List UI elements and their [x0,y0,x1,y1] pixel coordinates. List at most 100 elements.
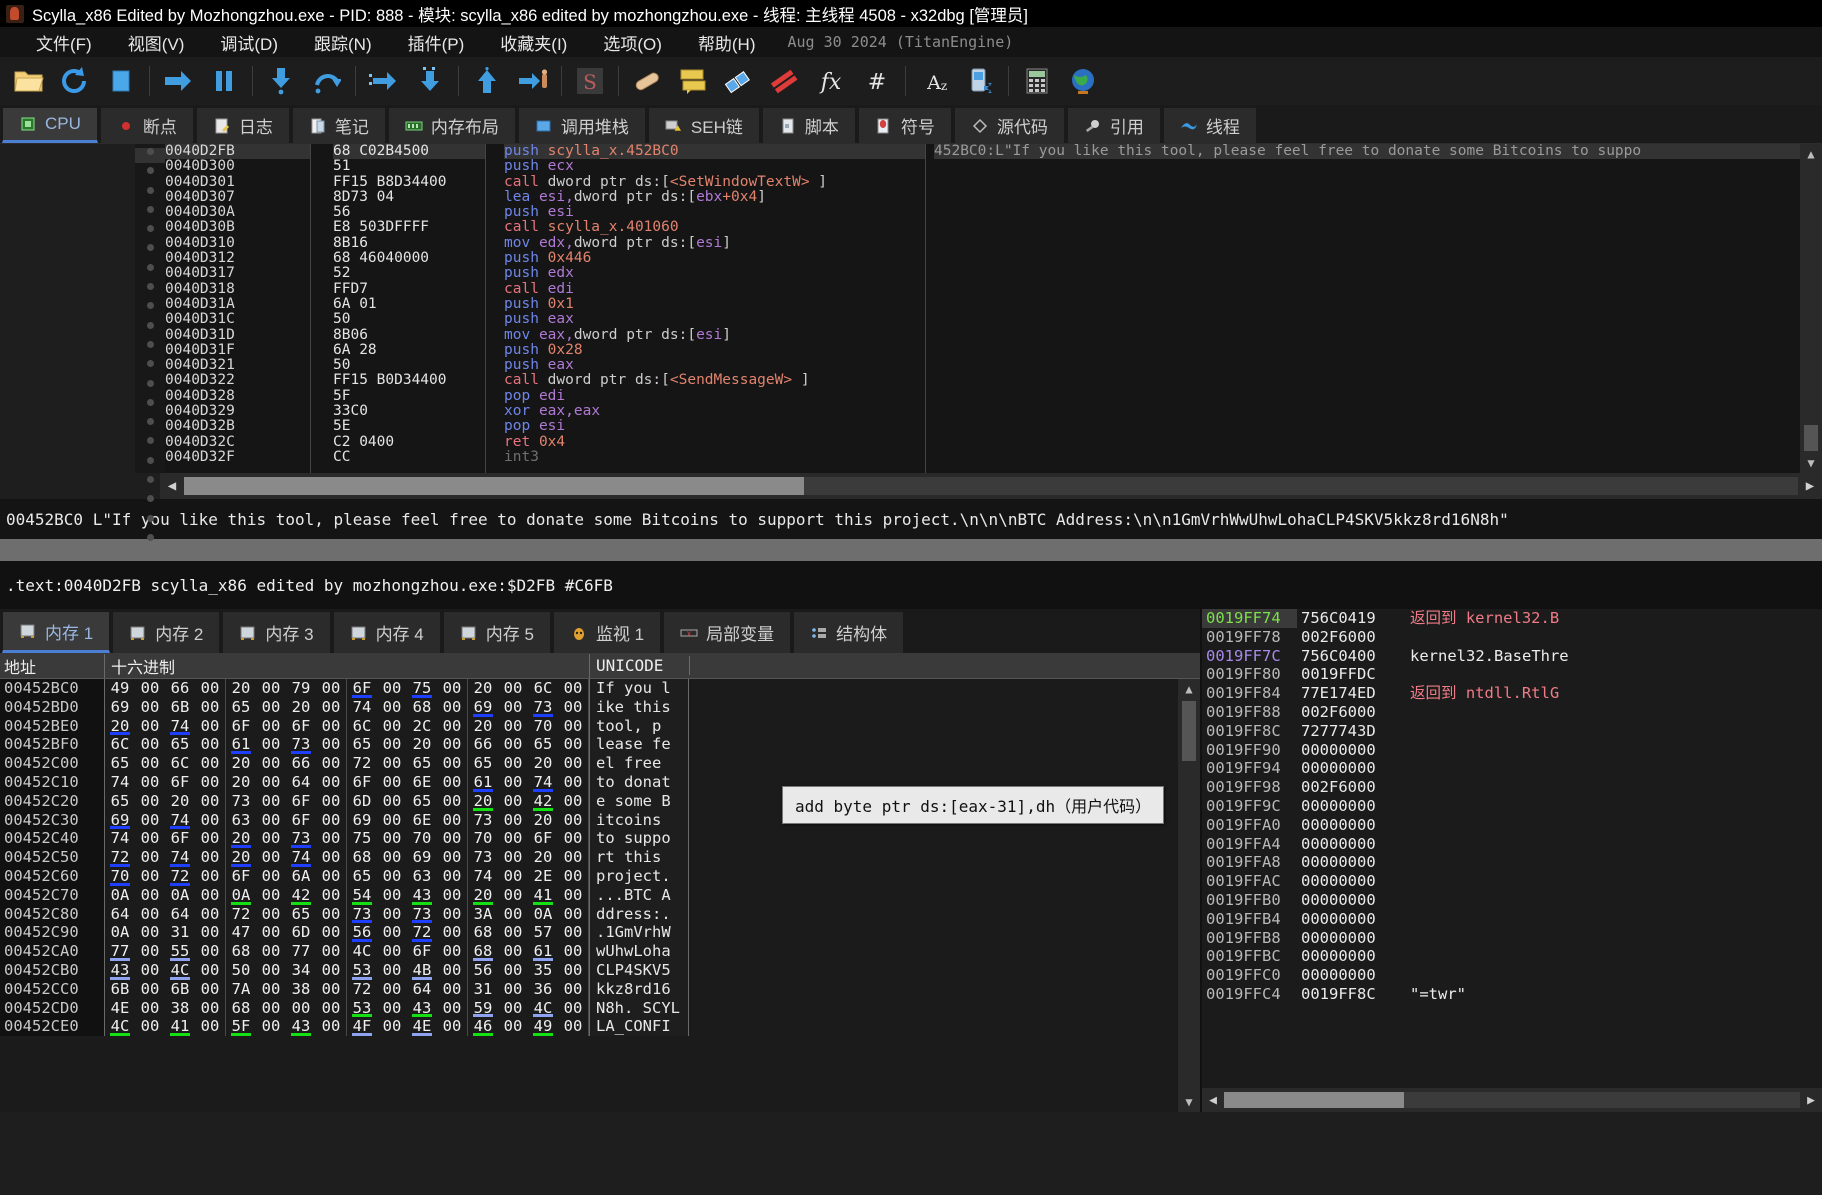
breakpoint-marker[interactable] [135,379,165,395]
dump-hex-cells[interactable]: 49 00 66 00 20 00 79 00 6F 00 75 00 20 00 6C 00 [105,679,589,698]
dump-hex-cells[interactable]: 74 00 6F 00 20 00 64 00 6F 00 6E 00 61 00 74 00 [105,772,589,792]
dump-hex-cells[interactable]: 4E 00 38 00 68 00 00 00 53 00 43 00 59 00 4C 00 [105,998,589,1018]
dump-hex-cells[interactable]: 20 00 74 00 6F 00 6F 00 6C 00 2C 00 20 00 70 00 [105,716,589,736]
stack-row[interactable]: 0019FFC0 00000000 [1202,966,1822,985]
stack-hscroll-thumb[interactable] [1224,1092,1404,1108]
breakpoint-marker[interactable] [135,302,165,317]
breakpoint-marker[interactable] [135,476,165,491]
open-file-icon[interactable] [6,59,52,103]
scylla-icon[interactable]: S [567,59,613,103]
scroll-thumb[interactable] [1804,425,1818,451]
breakpoint-marker[interactable] [135,263,165,279]
dump-hex-cells[interactable]: 64 00 64 00 72 00 65 00 73 00 73 00 3A 00 0A 00 [105,904,589,924]
hscroll-thumb[interactable] [184,477,804,495]
hash-icon[interactable]: # [854,59,900,103]
strings-icon[interactable]: Az [911,59,957,103]
stack-row[interactable]: 0019FF78 002F6000 [1202,628,1822,647]
dump-rows[interactable]: 00452BC0 49 00 66 00 20 00 79 00 6F 00 75 00 20 00 6C 00… [0,679,1178,1112]
functions-icon[interactable]: fx [808,59,854,103]
tab-dump-2[interactable]: 内存 2 [112,611,221,653]
breakpoint-column[interactable] [135,144,165,541]
disassembly-body[interactable]: 0040D2FB 0040D300 0040D301 0040D307 0040D30A… [165,144,1800,473]
dump-hex-cells[interactable]: 0A 00 31 00 47 00 6D 00 56 00 72 00 68 00 57 00 [105,923,589,943]
breakpoint-marker[interactable] [135,437,165,452]
dump-row[interactable]: 00452CE0 4C 00 41 00 5F 00 43 00 4F 00 4E 00 46 00 49 00… [0,1017,1178,1037]
disassembly-horizontal-scrollbar[interactable]: ◀ ▶ [160,473,1822,499]
breakpoint-marker[interactable] [135,418,165,433]
dump-row[interactable]: 00452C90 0A 00 31 00 47 00 6D 00 56 00 72 00 68 00 57 00… [0,923,1178,943]
stack-row[interactable]: 0019FF9C 00000000 [1202,797,1822,816]
scroll-up-icon[interactable]: ▲ [1800,144,1822,164]
breakpoint-marker[interactable] [135,360,165,375]
dump-hex-cells[interactable]: 70 00 72 00 6F 00 6A 00 65 00 63 00 74 00 2E 00 [105,866,589,886]
breakpoint-marker[interactable] [135,167,165,182]
breakpoint-marker[interactable] [135,186,165,202]
tab-struct[interactable]: 结构体 [793,611,905,653]
menu-view[interactable]: 视图(V) [110,27,203,58]
dump-hex-cells[interactable]: 43 00 4C 00 50 00 34 00 53 00 4B 00 56 00 35 00 [105,960,589,980]
dump-body[interactable]: 00452BC0 49 00 66 00 20 00 79 00 6F 00 75 00 20 00 6C 00… [0,679,1200,1112]
scroll-left-icon[interactable]: ◀ [1202,1093,1224,1108]
dump-row[interactable]: 00452BD0 69 00 6B 00 65 00 20 00 74 00 68 00 69 00 73 00… [0,697,1178,717]
stack-rows[interactable]: 0019FF74 756C0419 返回到 kernel32.B 0019FF78 00… [1202,609,1822,1088]
scroll-right-icon[interactable]: ▶ [1798,478,1822,494]
stop-icon[interactable] [98,59,144,103]
stack-row[interactable]: 0019FF94 00000000 [1202,759,1822,778]
dump-header-hex[interactable]: 十六进制 [105,653,590,678]
tab-notes[interactable]: 笔记 [291,107,386,143]
tab-symbols[interactable]: 符号 [857,107,952,143]
stack-row[interactable]: 0019FFBC 00000000 [1202,947,1822,966]
tab-locals[interactable]: x 局部变量 [663,611,792,653]
trace-over-icon[interactable] [407,59,453,103]
breakpoint-marker[interactable] [135,456,165,472]
disassembly-panel[interactable]: 0040D2FB 0040D300 0040D301 0040D307 0040D30A… [0,143,1822,541]
tab-threads[interactable]: 线程 [1162,107,1257,143]
dump-hex-cells[interactable]: 74 00 6F 00 20 00 73 00 75 00 70 00 70 00 6F 00 [105,829,589,849]
tab-dump-3[interactable]: 内存 3 [222,611,331,653]
breakpoint-marker[interactable] [135,283,165,298]
stack-row[interactable]: 0019FFC4 0019FF8C "=twr" [1202,985,1822,1004]
handles-icon[interactable] [957,59,1003,103]
scroll-down-icon[interactable]: ▼ [1178,1092,1200,1112]
trace-into-icon[interactable] [361,59,407,103]
scroll-right-icon[interactable]: ▶ [1800,1093,1822,1108]
dump-hex-cells[interactable]: 69 00 6B 00 65 00 20 00 74 00 68 00 69 00 73 00 [105,697,589,717]
stack-horizontal-scrollbar[interactable]: ◀ ▶ [1202,1088,1822,1112]
breakpoint-marker[interactable] [135,514,165,530]
tab-script[interactable]: 脚本 [761,107,856,143]
tab-watch-1[interactable]: 监视 1 [552,611,662,653]
tab-call-stack[interactable]: 调用堆栈 [517,107,646,143]
tab-dump-4[interactable]: 内存 4 [332,611,441,653]
dump-row[interactable]: 00452C70 0A 00 0A 00 0A 00 42 00 54 00 43 00 20 00 41 00… [0,885,1178,905]
step-over-icon[interactable] [304,59,350,103]
breakpoint-marker[interactable] [135,398,165,414]
breakpoint-marker[interactable] [135,225,165,240]
stack-row[interactable]: 0019FF90 00000000 [1202,741,1822,760]
dump-row[interactable]: 00452BF0 6C 00 65 00 61 00 73 00 65 00 20 00 66 00 65 00… [0,735,1178,755]
pause-icon[interactable] [201,59,247,103]
scroll-up-icon[interactable]: ▲ [1178,679,1200,699]
dump-vertical-scrollbar[interactable]: ▲ ▼ [1178,679,1200,1112]
dump-row[interactable]: 00452BE0 20 00 74 00 6F 00 6F 00 6C 00 2C 00 20 00 70 00… [0,716,1178,736]
stack-hscroll-track[interactable] [1224,1092,1800,1108]
stack-row[interactable]: 0019FFA8 00000000 [1202,853,1822,872]
dump-row[interactable]: 00452CB0 43 00 4C 00 50 00 34 00 53 00 4B 00 56 00 35 00… [0,960,1178,980]
dump-header-address[interactable]: 地址 [0,653,105,678]
stack-row[interactable]: 0019FF98 002F6000 [1202,778,1822,797]
graph-icon[interactable] [716,59,762,103]
stack-row[interactable]: 0019FFA0 00000000 [1202,816,1822,835]
run-to-user-code-icon[interactable] [510,59,556,103]
step-into-icon[interactable] [258,59,304,103]
breakpoint-marker[interactable] [135,340,165,356]
dump-row[interactable]: 00452C50 72 00 74 00 20 00 74 00 68 00 69 00 73 00 20 00… [0,848,1178,867]
dump-row[interactable]: 00452C00 65 00 6C 00 20 00 66 00 72 00 65 00 65 00 20 00… [0,754,1178,773]
dump-row[interactable]: 00452CA0 77 00 55 00 68 00 77 00 4C 00 6F 00 68 00 61 00… [0,942,1178,961]
tab-references[interactable]: 引用 [1066,107,1161,143]
tab-log[interactable]: 日志 [195,107,290,143]
stack-row[interactable]: 0019FFAC 00000000 [1202,872,1822,891]
tab-breakpoints[interactable]: 断点 [99,107,194,143]
stack-row[interactable]: 0019FFB0 00000000 [1202,891,1822,910]
stack-row[interactable]: 0019FFB4 00000000 [1202,910,1822,929]
menu-favourites[interactable]: 收藏夹(I) [482,27,585,58]
stack-row[interactable]: 0019FFA4 00000000 [1202,835,1822,854]
